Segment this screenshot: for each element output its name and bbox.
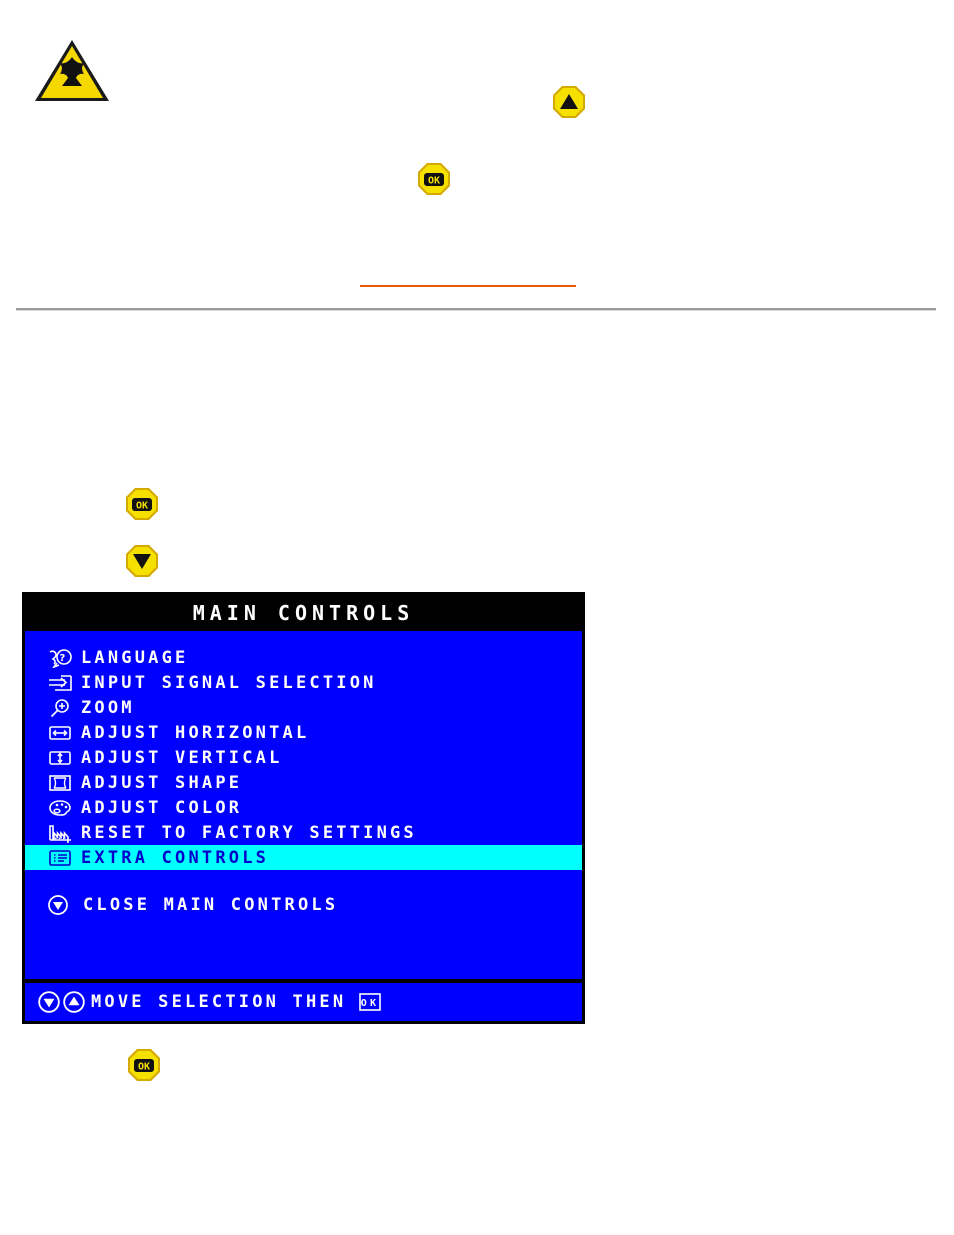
adjust-vertical-icon [39,747,81,769]
osd-item-extra-controls[interactable]: EXTRA CONTROLS [25,845,582,870]
osd-menu-list: ? LANGUAGE INPUT SIGNAL SELECTION ZOOM A… [25,631,582,920]
osd-item-adjust-color[interactable]: ADJUST COLOR [25,795,582,820]
adjust-shape-icon [39,772,81,794]
horizontal-rule [16,308,936,311]
empty-link-underline[interactable] [360,285,576,287]
osd-item-label: INPUT SIGNAL SELECTION [81,672,377,693]
svg-text:?: ? [59,653,68,664]
up-triangle-circle-icon [63,991,85,1013]
osd-item-label: LANGUAGE [81,647,189,668]
osd-item-label: ADJUST SHAPE [81,772,243,793]
down-triangle-circle-icon [38,991,60,1013]
osd-main-controls-panel: MAIN CONTROLS ? LANGUAGE INPUT SIGNAL SE… [22,592,585,1024]
osd-item-adjust-horizontal[interactable]: ADJUST HORIZONTAL [25,720,582,745]
warning-triangle-icon [33,37,111,105]
down-triangle-circle-icon [47,894,83,916]
osd-item-label: ADJUST VERTICAL [81,747,283,768]
osd-item-label: RESET TO FACTORY SETTINGS [81,822,417,843]
osd-item-adjust-shape[interactable]: ADJUST SHAPE [25,770,582,795]
ok-badge-mid[interactable]: OK [124,486,160,522]
osd-item-label: EXTRA CONTROLS [81,847,270,868]
ok-badge-bottom[interactable]: OK [126,1047,162,1083]
zoom-magnifier-plus-icon [39,697,81,719]
osd-item-label: ZOOM [81,697,135,718]
down-arrow-badge[interactable] [124,543,160,579]
osd-hint-bar: MOVE SELECTION THEN OK [25,979,582,1021]
extra-controls-list-icon [39,847,81,869]
reset-factory-icon [39,822,81,844]
adjust-horizontal-icon [39,722,81,744]
input-signal-arrow-icon [39,672,81,694]
osd-item-reset-to-factory-settings[interactable]: RESET TO FACTORY SETTINGS [25,820,582,845]
osd-hint-icons [37,990,91,1014]
osd-hint-label: MOVE SELECTION THEN [91,992,347,1012]
svg-text:OK: OK [361,998,379,1009]
svg-text:OK: OK [138,1062,150,1073]
svg-text:OK: OK [136,501,148,512]
up-arrow-badge[interactable] [551,84,587,120]
adjust-color-palette-icon [39,797,81,819]
ok-key-glyph: OK [358,992,382,1012]
language-face-question-icon: ? [39,647,81,669]
osd-item-zoom[interactable]: ZOOM [25,695,582,720]
osd-item-label: ADJUST COLOR [81,797,243,818]
osd-item-adjust-vertical[interactable]: ADJUST VERTICAL [25,745,582,770]
osd-close-label: CLOSE MAIN CONTROLS [83,895,339,915]
ok-badge-top[interactable]: OK [416,161,452,197]
osd-item-input-signal-selection[interactable]: INPUT SIGNAL SELECTION [25,670,582,695]
osd-item-language[interactable]: ? LANGUAGE [25,645,582,670]
osd-close-main-controls[interactable]: CLOSE MAIN CONTROLS [25,890,582,920]
svg-text:OK: OK [428,176,440,187]
osd-title: MAIN CONTROLS [25,595,582,631]
osd-item-label: ADJUST HORIZONTAL [81,722,310,743]
